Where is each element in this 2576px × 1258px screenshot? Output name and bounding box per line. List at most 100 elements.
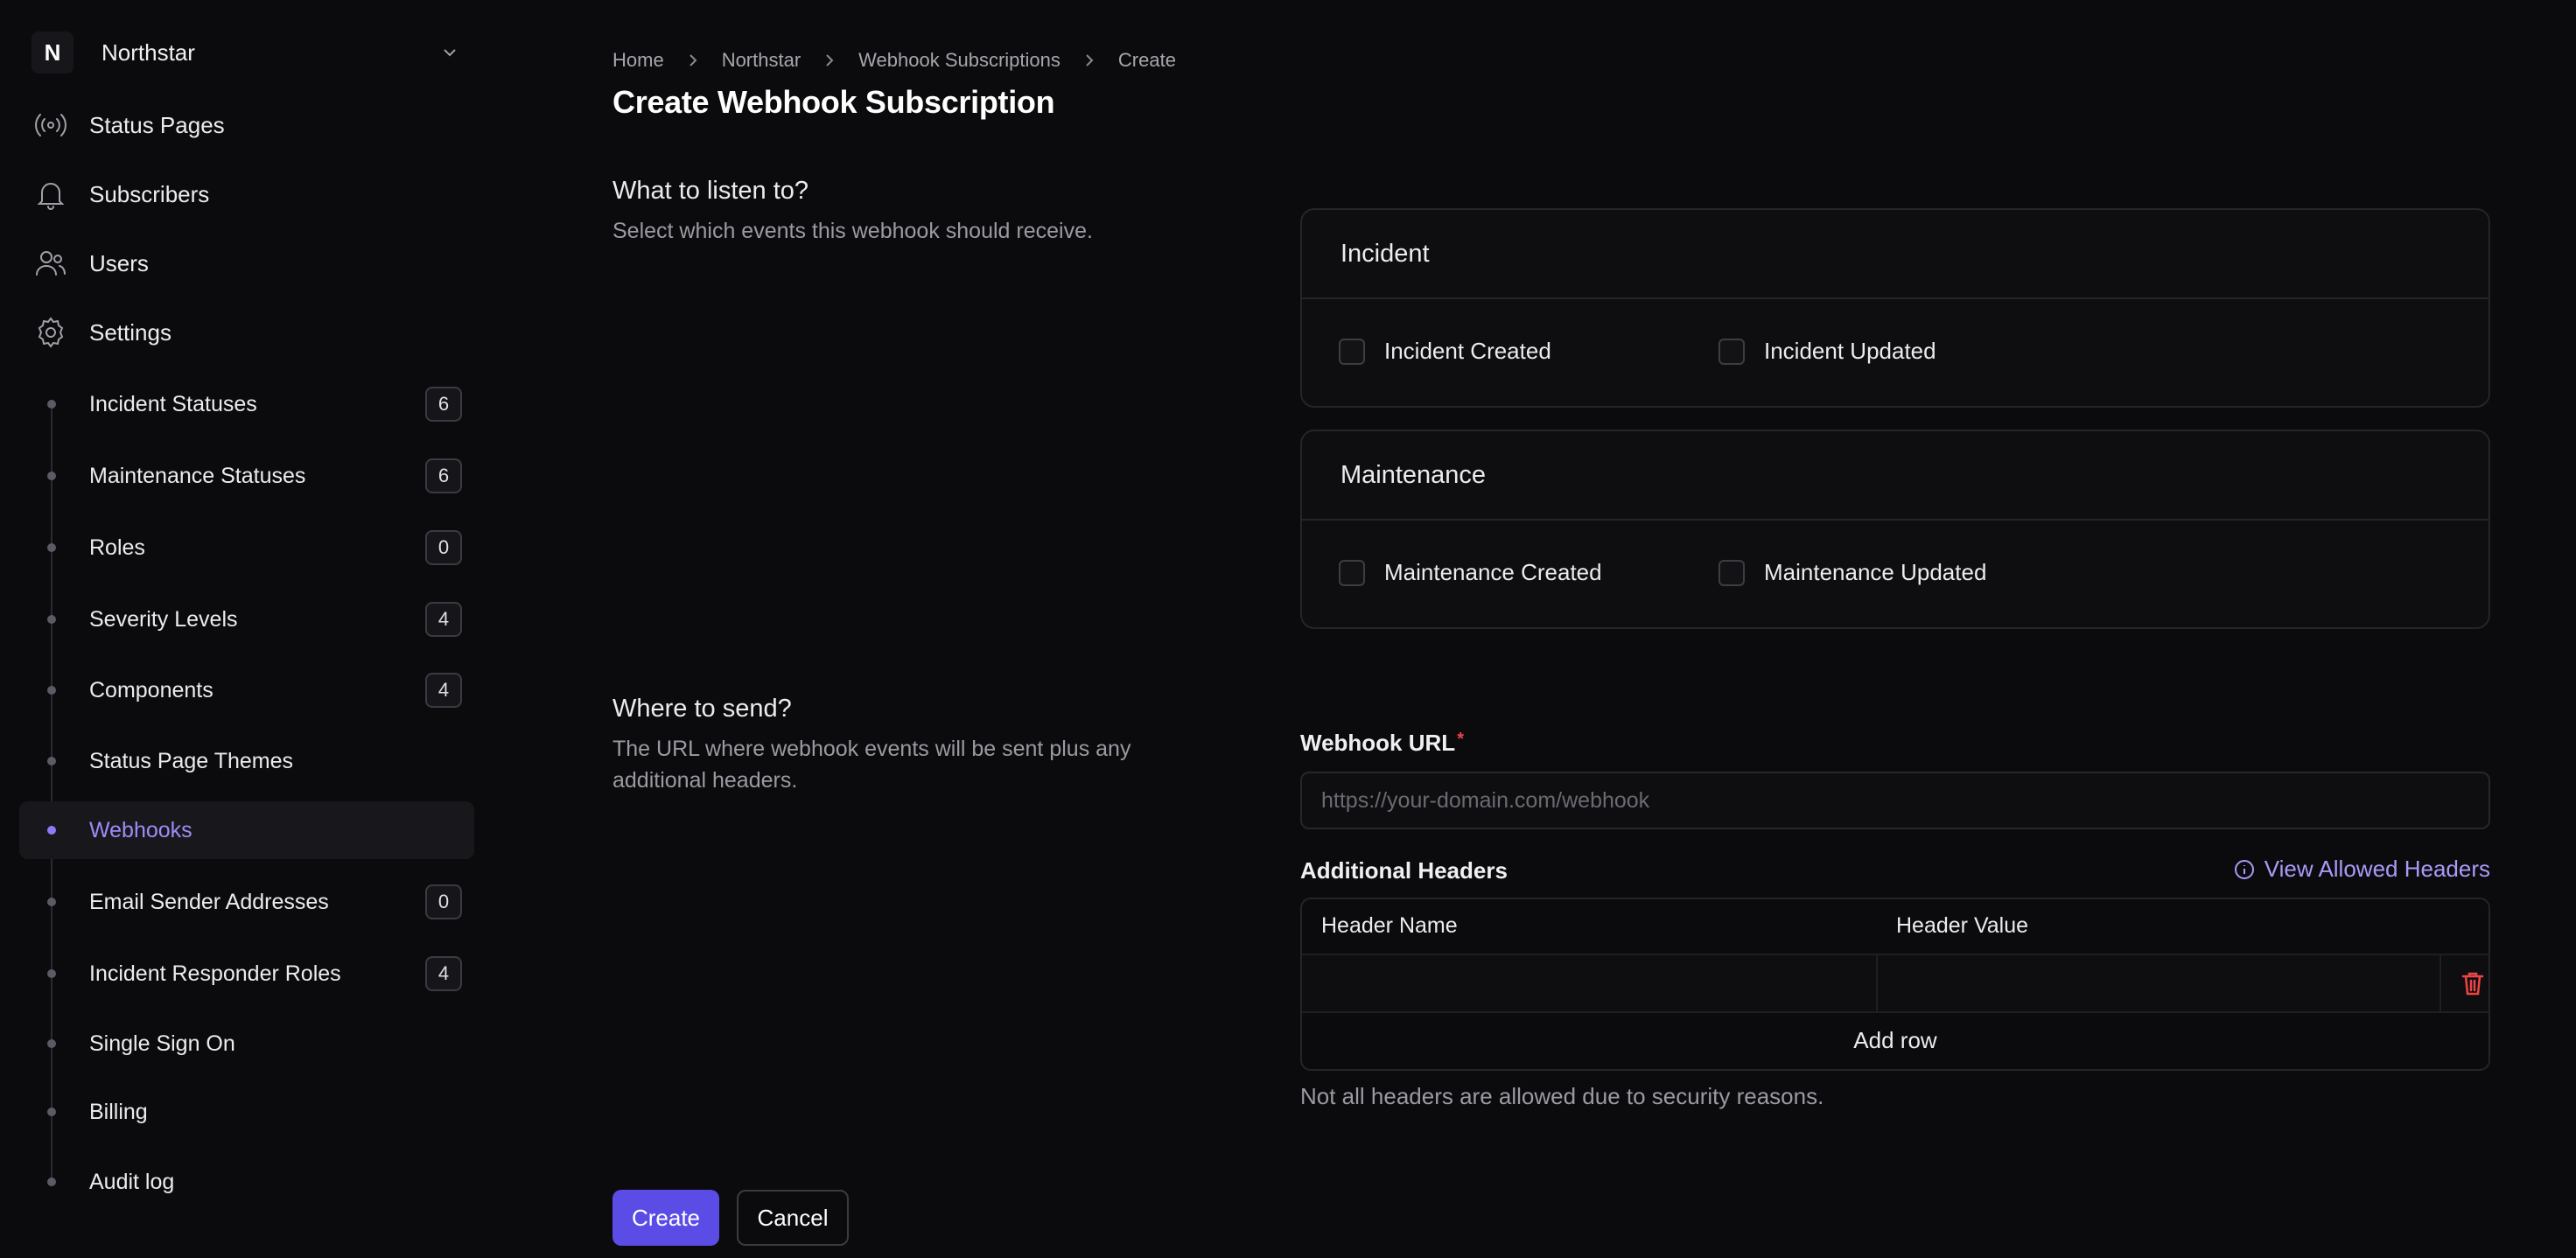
maintenance-events-card: Maintenance Maintenance Created Maintena… — [1300, 430, 2490, 629]
tree-dot — [47, 1039, 56, 1048]
sidebar-item-label: Severity Levels — [89, 606, 238, 632]
sidebar-item-label: Status Page Themes — [89, 748, 294, 773]
sidebar-item-components[interactable]: Components 4 — [19, 661, 474, 719]
nav-item-settings[interactable]: Settings — [33, 311, 471, 354]
sidebar-item-label: Email Sender Addresses — [89, 889, 329, 914]
listen-section-title: What to listen to? — [612, 177, 809, 205]
webhook-url-label-text: Webhook URL — [1300, 730, 1456, 756]
chevron-right-icon — [1086, 54, 1094, 66]
sidebar-item-email-sender-addresses[interactable]: Email Sender Addresses 0 — [19, 873, 474, 931]
maintenance-updated-checkbox[interactable]: Maintenance Updated — [1718, 559, 1986, 586]
page-title: Create Webhook Subscription — [612, 84, 1055, 120]
bell-icon — [37, 183, 65, 210]
incident-events-card: Incident Incident Created Incident Updat… — [1300, 208, 2490, 408]
sidebar-item-label: Audit log — [89, 1169, 175, 1194]
checkbox-box[interactable] — [1339, 338, 1365, 365]
checkbox-label: Incident Updated — [1764, 338, 1936, 364]
chevron-down-icon — [444, 49, 456, 57]
tree-dot — [47, 757, 56, 765]
required-marker: * — [1457, 730, 1464, 749]
tree-dot — [47, 615, 56, 624]
additional-headers-label: Additional Headers — [1300, 857, 1508, 884]
checkbox-box[interactable] — [1718, 338, 1745, 365]
send-section-description: The URL where webhook events will be sen… — [612, 737, 1131, 793]
count-badge: 4 — [425, 673, 462, 708]
incident-updated-checkbox[interactable]: Incident Updated — [1718, 338, 1936, 365]
tree-dot — [47, 969, 56, 978]
sidebar-item-incident-responder-roles[interactable]: Incident Responder Roles 4 — [19, 945, 474, 1003]
column-header-value: Header Value — [1896, 913, 2029, 938]
tree-dot — [47, 826, 56, 835]
sidebar-item-label: Incident Responder Roles — [89, 961, 341, 986]
column-header-name: Header Name — [1321, 913, 1458, 938]
chevron-right-icon — [689, 54, 697, 66]
add-row-button[interactable]: Add row — [1302, 1013, 2488, 1067]
checkbox-label: Maintenance Created — [1384, 559, 1602, 585]
tree-dot — [47, 1178, 56, 1186]
sidebar-item-billing[interactable]: Billing — [19, 1083, 474, 1141]
users-icon — [36, 251, 66, 276]
card-title: Maintenance — [1302, 431, 2488, 521]
headers-table: Header Name Header Value Add row — [1300, 898, 2490, 1071]
breadcrumb-webhook-subscriptions[interactable]: Webhook Subscriptions — [858, 49, 1060, 72]
nav-item-label: Settings — [89, 318, 172, 346]
sidebar-item-label: Single Sign On — [89, 1031, 235, 1056]
checkbox-box[interactable] — [1339, 559, 1365, 586]
webhook-url-placeholder: https://your-domain.com/webhook — [1321, 787, 1650, 813]
view-allowed-headers-link[interactable]: View Allowed Headers — [2233, 856, 2490, 883]
sidebar-item-status-page-themes[interactable]: Status Page Themes — [19, 732, 474, 790]
sidebar-item-incident-statuses[interactable]: Incident Statuses 6 — [19, 375, 474, 433]
chevron-right-icon — [826, 54, 834, 66]
table-row — [1302, 955, 2488, 1013]
breadcrumb-home[interactable]: Home — [612, 49, 664, 72]
nav-item-subscribers[interactable]: Subscribers — [33, 172, 471, 216]
nav-item-status-pages[interactable]: Status Pages — [33, 103, 471, 147]
sidebar-item-label: Billing — [89, 1099, 148, 1124]
webhook-url-input[interactable]: https://your-domain.com/webhook — [1300, 772, 2490, 829]
sidebar-item-single-sign-on[interactable]: Single Sign On — [19, 1015, 474, 1073]
sidebar: N Northstar Status Pages Subscribers Use… — [0, 0, 490, 1258]
card-title: Incident — [1302, 210, 2488, 299]
gear-icon — [38, 317, 64, 348]
sidebar-item-label: Components — [89, 677, 214, 702]
delete-row-button[interactable] — [2441, 955, 2488, 1011]
breadcrumb-northstar[interactable]: Northstar — [722, 49, 801, 72]
sidebar-item-roles[interactable]: Roles 0 — [19, 519, 474, 577]
webhook-url-label: Webhook URL * — [1300, 730, 1464, 757]
cancel-button[interactable]: Cancel — [737, 1190, 849, 1246]
sidebar-item-webhooks[interactable]: Webhooks — [19, 801, 474, 859]
workspace-switcher[interactable]: N Northstar — [32, 31, 460, 73]
breadcrumb: Home Northstar Webhook Subscriptions Cre… — [612, 49, 1176, 72]
listen-section-description: Select which events this webhook should … — [612, 219, 1093, 243]
tree-dot — [47, 400, 56, 409]
count-badge: 0 — [425, 884, 462, 919]
sidebar-item-severity-levels[interactable]: Severity Levels 4 — [19, 591, 474, 648]
tree-dot — [47, 543, 56, 552]
sidebar-item-audit-log[interactable]: Audit log — [19, 1153, 474, 1211]
sidebar-item-label: Roles — [89, 535, 145, 560]
create-button[interactable]: Create — [612, 1190, 719, 1246]
header-name-input[interactable] — [1302, 955, 1876, 1011]
breadcrumb-create: Create — [1117, 49, 1176, 71]
count-badge: 0 — [425, 530, 462, 565]
checkbox-box[interactable] — [1718, 559, 1745, 586]
checkbox-label: Incident Created — [1384, 338, 1551, 364]
workspace-name: Northstar — [102, 38, 195, 66]
tree-dot — [47, 898, 56, 906]
tree-dot — [47, 686, 56, 695]
incident-created-checkbox[interactable]: Incident Created — [1339, 338, 1551, 365]
nav-item-label: Users — [89, 249, 149, 276]
broadcast-icon — [35, 114, 66, 136]
header-value-input[interactable] — [1878, 955, 2438, 1011]
count-badge: 4 — [425, 956, 462, 991]
send-section-title: Where to send? — [612, 695, 792, 723]
sidebar-item-maintenance-statuses[interactable]: Maintenance Statuses 6 — [19, 447, 474, 505]
workspace-avatar: N — [32, 31, 74, 73]
view-allowed-headers-label: View Allowed Headers — [2264, 856, 2490, 882]
checkbox-label: Maintenance Updated — [1764, 559, 1987, 585]
headers-security-note: Not all headers are allowed due to secur… — [1300, 1083, 1824, 1109]
maintenance-created-checkbox[interactable]: Maintenance Created — [1339, 559, 1602, 586]
trash-icon — [2461, 972, 2484, 996]
nav-item-users[interactable]: Users — [33, 241, 471, 285]
sidebar-item-label: Maintenance Statuses — [89, 463, 306, 488]
